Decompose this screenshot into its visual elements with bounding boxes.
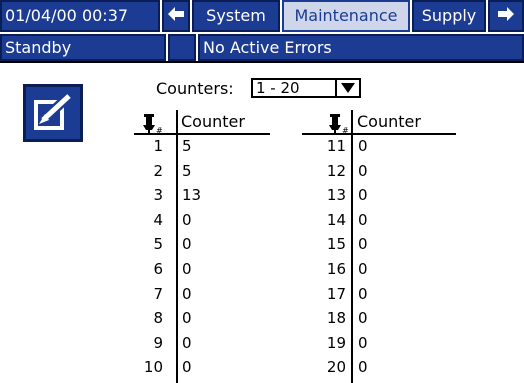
tab-system[interactable]: System bbox=[192, 0, 280, 32]
counter-value: 0 bbox=[358, 210, 368, 229]
row-number: 18 bbox=[326, 309, 346, 328]
column-divider bbox=[176, 110, 178, 383]
datetime-display: 01/04/00 00:37 bbox=[0, 0, 160, 32]
counter-value: 0 bbox=[182, 260, 192, 278]
top-bar: 01/04/00 00:37 System Maintenance Supply bbox=[0, 0, 524, 32]
chevron-down-icon[interactable] bbox=[335, 80, 359, 96]
row-number: 17 bbox=[326, 284, 346, 303]
counter-value: 0 bbox=[182, 235, 192, 254]
row-number: 7 bbox=[153, 284, 163, 303]
mode-status: Standby bbox=[0, 34, 166, 61]
right-arrow-icon bbox=[498, 7, 514, 25]
row-number: 10 bbox=[143, 358, 163, 377]
column-divider bbox=[351, 110, 353, 383]
counter-value: 0 bbox=[182, 358, 192, 377]
counter-value: 5 bbox=[182, 161, 192, 180]
counter-value: 0 bbox=[358, 309, 368, 328]
counter-value: 0 bbox=[358, 161, 368, 180]
counter-value: 0 bbox=[182, 284, 192, 303]
row-number: 19 bbox=[326, 333, 346, 352]
edit-icon bbox=[33, 92, 73, 134]
tab-maintenance[interactable]: Maintenance bbox=[282, 0, 410, 32]
counter-value: 0 bbox=[358, 137, 368, 155]
counter-value: 0 bbox=[358, 358, 368, 377]
counter-value: 0 bbox=[358, 235, 368, 254]
left-arrow-icon bbox=[168, 7, 184, 25]
counters-select-value: 1 - 20 bbox=[256, 79, 300, 97]
row-number: 14 bbox=[326, 210, 346, 229]
edit-button[interactable] bbox=[23, 84, 83, 142]
row-number: 16 bbox=[326, 260, 346, 278]
row-number: 3 bbox=[153, 186, 163, 205]
row-number: 13 bbox=[326, 186, 346, 205]
row-number: 8 bbox=[153, 309, 163, 328]
counter-value: 5 bbox=[182, 137, 192, 155]
counter-value: 0 bbox=[358, 186, 368, 205]
error-status: No Active Errors bbox=[198, 34, 524, 61]
counters-select[interactable]: 1 - 20 bbox=[251, 78, 361, 98]
dispense-valve-icon: # bbox=[141, 114, 163, 135]
status-bar: Standby No Active Errors bbox=[0, 34, 524, 61]
row-number: 20 bbox=[326, 358, 346, 377]
column-header-counter: Counter bbox=[181, 112, 245, 131]
row-number: 11 bbox=[326, 137, 346, 155]
dispense-valve-icon: # bbox=[327, 114, 349, 135]
header-divider bbox=[0, 61, 524, 63]
row-number: 15 bbox=[326, 235, 346, 254]
counter-value: 0 bbox=[358, 260, 368, 278]
counter-value: 0 bbox=[358, 333, 368, 352]
row-number: 12 bbox=[326, 161, 346, 180]
forward-button[interactable] bbox=[488, 0, 524, 32]
tab-supply[interactable]: Supply bbox=[412, 0, 486, 32]
counter-value: 0 bbox=[182, 333, 192, 352]
column-header-counter: Counter bbox=[357, 112, 421, 131]
back-button[interactable] bbox=[162, 0, 190, 32]
row-number: 6 bbox=[153, 260, 163, 278]
counter-value: 0 bbox=[182, 309, 192, 328]
row-number: 5 bbox=[153, 235, 163, 254]
row-number: 1 bbox=[153, 137, 163, 155]
counters-label: Counters: bbox=[156, 79, 234, 98]
counter-value: 13 bbox=[182, 186, 202, 205]
row-number: 2 bbox=[153, 161, 163, 180]
counter-value: 0 bbox=[182, 210, 192, 229]
row-number: 9 bbox=[153, 333, 163, 352]
counter-value: 0 bbox=[358, 284, 368, 303]
status-indicator bbox=[168, 34, 196, 61]
row-number: 4 bbox=[153, 210, 163, 229]
